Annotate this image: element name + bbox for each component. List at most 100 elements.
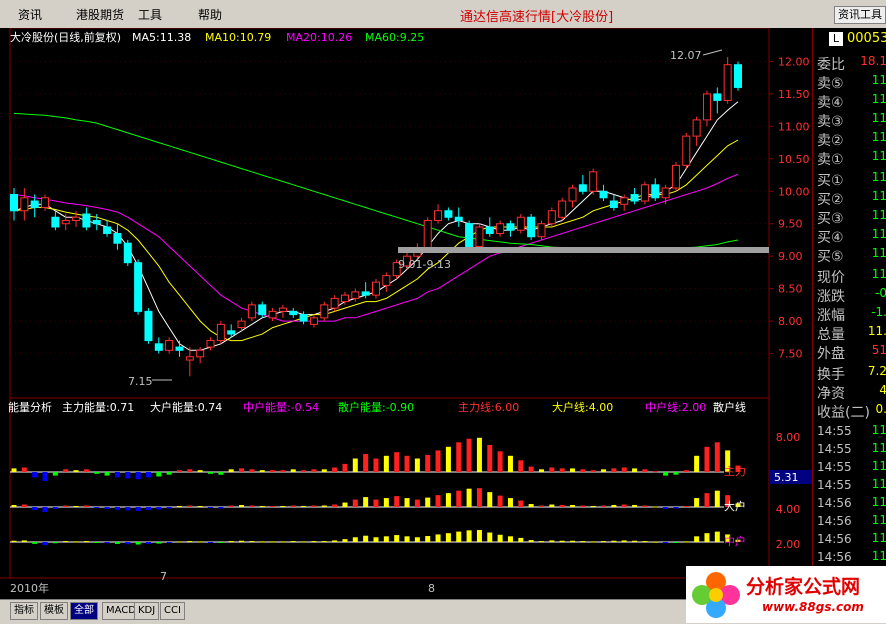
quote-row-value: 11 — [871, 92, 886, 106]
quote-row: 卖③ 11 — [817, 111, 886, 131]
energy-bar-dahu — [570, 505, 576, 507]
energy-bar-dahu — [518, 500, 524, 507]
quote-row: 14:55 11 — [817, 423, 886, 439]
quote-row-label: 14:55 — [817, 478, 852, 492]
energy-bar-dahu — [663, 507, 669, 509]
energy-bar-zhonghu — [42, 542, 48, 546]
price-tick-label: 9.50 — [778, 218, 803, 231]
energy-bar-zhuli — [580, 469, 586, 472]
quote-row: 收益(二) 0. — [817, 402, 886, 422]
energy-bar-zhuli — [280, 470, 286, 472]
energy-bar-zhonghu — [621, 540, 627, 542]
energy-bar-zhuli — [332, 467, 338, 472]
candle — [475, 223, 484, 250]
energy-bar-zhonghu — [394, 535, 400, 542]
energy-bar-zhuli — [135, 472, 141, 480]
energy-bar-zhuli — [694, 455, 700, 472]
quote-row-label: 14:55 — [817, 442, 852, 456]
menu-bar: 资讯 港股期货 工具 帮助 通达信高速行情[大冷股份] 资讯工具 — [0, 0, 886, 29]
energy-bar-zhonghu — [559, 540, 565, 542]
ind-tick-8: 8.00 — [776, 431, 801, 444]
energy-bar-dahu — [187, 505, 193, 507]
quote-row: 14:56 11 — [817, 495, 886, 511]
info-tools-button[interactable]: 资讯工具 — [834, 6, 886, 24]
energy-bar-dahu — [652, 506, 658, 508]
quote-row-label: 涨跌 — [817, 289, 845, 305]
energy-bar-dahu — [114, 507, 120, 510]
energy-bar-zhuli — [383, 455, 389, 472]
tab-template[interactable]: 模板 — [40, 602, 68, 620]
quote-panel: L 00053 委比 18.1 卖⑤ 11 卖④ 11 卖③ 11 卖② 11 卖① 11 买① 11 买②… — [812, 28, 886, 600]
quote-row-label: 买⑤ — [817, 249, 844, 265]
menu-item-tools[interactable]: 工具 — [138, 6, 162, 23]
energy-bar-dahu — [425, 497, 431, 507]
energy-bar-zhuli — [228, 469, 234, 472]
energy-bar-zhonghu — [601, 541, 607, 543]
quote-row-label: 换手 — [817, 367, 845, 383]
quote-row-label: 涨幅 — [817, 308, 845, 324]
energy-bar-dahu — [145, 507, 151, 510]
energy-bar-zhonghu — [156, 542, 162, 544]
energy-bar-zhonghu — [425, 536, 431, 542]
energy-bar-dahu — [466, 488, 472, 507]
quote-row-label: 卖④ — [817, 95, 844, 111]
energy-bar-zhonghu — [218, 542, 224, 543]
quote-row-value: -0 — [875, 286, 886, 300]
quote-row-value: 11 — [871, 208, 886, 222]
energy-bar-zhuli — [466, 438, 472, 472]
energy-bar-zhonghu — [642, 541, 648, 543]
energy-bar-zhonghu — [652, 541, 658, 543]
candle — [671, 162, 680, 192]
tab-kdj[interactable]: KDJ — [134, 602, 160, 620]
energy-bar-zhonghu — [363, 535, 369, 542]
energy-bar-zhuli — [632, 468, 638, 472]
energy-bar-zhonghu — [280, 541, 286, 543]
quote-row: 14:56 11 — [817, 513, 886, 529]
exchange-badge: L — [829, 32, 843, 46]
energy-bar-zhuli — [590, 470, 596, 472]
menu-item-help[interactable]: 帮助 — [198, 6, 222, 23]
candle — [320, 301, 329, 322]
energy-bar-zhonghu — [538, 541, 544, 543]
quote-row: 涨幅 -1. — [817, 305, 886, 325]
energy-dahu-label: 大户能量:0.74 — [150, 400, 222, 414]
support-band — [398, 247, 769, 253]
energy-bar-zhonghu — [352, 537, 358, 542]
quote-row: 委比 18.1 — [817, 54, 886, 74]
energy-bar-dahu — [228, 505, 234, 507]
energy-bar-zhuli — [425, 454, 431, 472]
tab-cci[interactable]: CCI — [160, 602, 185, 620]
quote-row: 买③ 11 — [817, 208, 886, 228]
energy-bar-dahu — [601, 505, 607, 507]
energy-bar-zhuli — [352, 458, 358, 472]
quote-row: 涨跌 -0 — [817, 286, 886, 306]
stock-chart[interactable]: 大冷股份(日线,前复权) MA5:11.38 MA10:10.79 MA20:1… — [0, 28, 812, 600]
energy-bar-dahu — [301, 506, 307, 508]
quote-row-label: 买① — [817, 173, 844, 189]
quote-row-value: 4 — [879, 383, 886, 397]
ma60-label: MA60:9.25 — [365, 31, 424, 44]
energy-bar-dahu — [290, 505, 296, 507]
energy-bar-zhonghu — [63, 541, 69, 543]
price-tick-label: 7.50 — [778, 348, 803, 361]
date-label-jul: 7 — [160, 570, 167, 583]
price-tick-label: 8.00 — [778, 315, 803, 328]
energy-bar-zhuli — [445, 446, 451, 472]
energy-bar-zhonghu — [290, 541, 296, 543]
tab-indicator[interactable]: 指标 — [10, 602, 38, 620]
tab-all[interactable]: 全部 — [70, 602, 98, 620]
energy-bar-zhuli — [673, 472, 679, 475]
quote-row: 卖① 11 — [817, 149, 886, 169]
menu-item-info[interactable]: 资讯 — [18, 6, 42, 23]
ma5-label: MA5:11.38 — [132, 31, 191, 44]
zhonghu-line-label: 中户线:2.00 — [645, 400, 706, 414]
candle — [123, 239, 132, 266]
energy-bar-zhuli — [321, 469, 327, 472]
menu-item-futures[interactable]: 港股期货 — [76, 6, 124, 23]
energy-bar-zhuli — [249, 469, 255, 472]
energy-bar-dahu — [321, 505, 327, 507]
quote-row: 现价 11 — [817, 267, 886, 287]
energy-bar-dahu — [208, 507, 214, 508]
energy-bar-dahu — [621, 504, 627, 507]
energy-bar-zhuli — [270, 470, 276, 472]
